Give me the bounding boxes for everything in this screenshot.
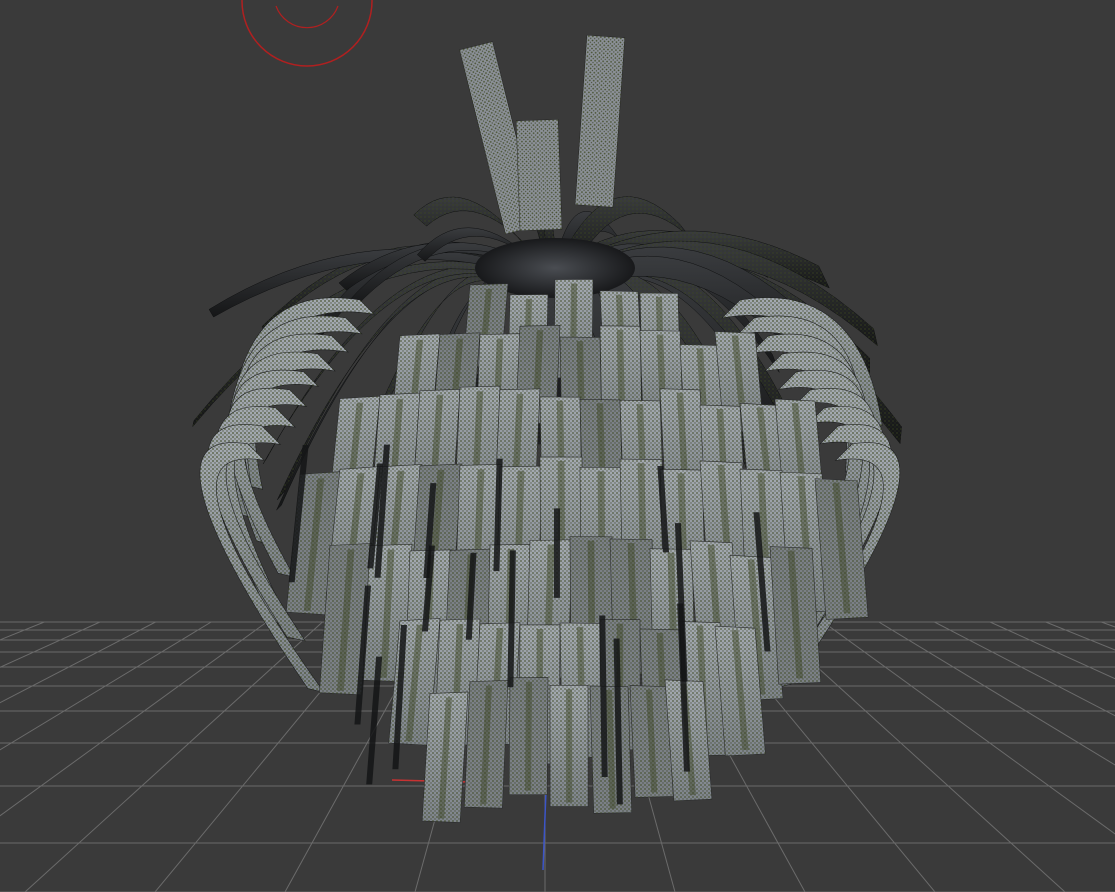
- plant-mesh-icon[interactable]: [192, 34, 902, 823]
- grid-line-v: [0, 621, 101, 668]
- grid-line-v: [24, 621, 323, 892]
- grid-line-v: [0, 621, 45, 641]
- leaf-card: [589, 685, 633, 814]
- leaf-card-vein: [565, 689, 573, 803]
- leaf-card: [421, 691, 469, 823]
- leaf-card: [769, 546, 822, 685]
- frond-upright-texture: [575, 35, 625, 208]
- leaf-card: [549, 685, 589, 807]
- 3d-viewport[interactable]: [0, 0, 1115, 892]
- leaf-card: [463, 680, 509, 809]
- grid-line-v: [0, 621, 268, 817]
- grid-line-v: [934, 621, 1115, 717]
- viewport-canvas[interactable]: [0, 0, 1115, 892]
- frond-upright: [515, 119, 563, 231]
- frond-thin-dark: [553, 508, 560, 598]
- leaf-card-vein: [525, 681, 533, 791]
- grid-line-v: [1101, 621, 1115, 628]
- rotate-gizmo-icon[interactable]: [241, 0, 373, 67]
- gizmo-outer-ring[interactable]: [241, 0, 373, 67]
- grid-line-v: [0, 621, 156, 704]
- leaf-card: [508, 677, 549, 795]
- gizmo-inner-arc[interactable]: [275, 5, 339, 29]
- grid-line-v: [0, 621, 212, 751]
- grid-line-v: [822, 621, 1115, 835]
- frond-upright-texture: [516, 119, 562, 231]
- frond-upright: [574, 34, 626, 208]
